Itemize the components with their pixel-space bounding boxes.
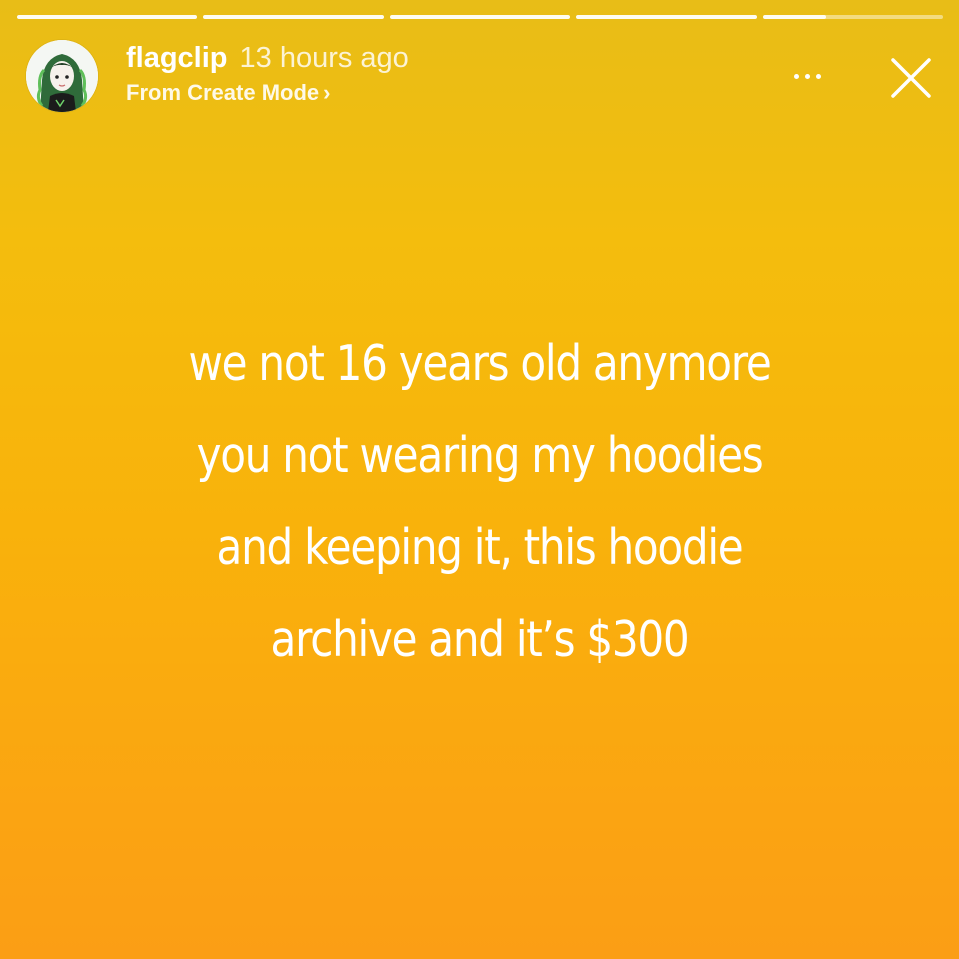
progress-segment	[17, 15, 198, 19]
caption-line: and keeping it, this hoodie	[216, 519, 744, 576]
chevron-right-icon: ›	[323, 80, 331, 105]
more-options-icon-dot	[793, 73, 799, 79]
progress-fill	[17, 15, 198, 19]
more-options-button[interactable]	[787, 66, 827, 86]
progress-segment	[203, 15, 384, 19]
time-ago: 13 hours ago	[239, 42, 409, 74]
anime-avatar-icon	[26, 40, 98, 112]
progress-fill	[576, 15, 757, 19]
user-line: flagclip 13 hours ago	[126, 41, 409, 75]
close-button[interactable]	[883, 50, 939, 106]
more-options-icon-dot	[815, 73, 821, 79]
progress-fill	[762, 15, 826, 19]
close-icon	[891, 58, 931, 98]
caption-line: we not 16 years old anymore	[188, 335, 771, 392]
progress-fill	[389, 15, 571, 19]
story-viewer[interactable]: flagclip 13 hours ago From Create Mode › w…	[0, 0, 959, 959]
caption-line: archive and it’s $300	[270, 611, 690, 668]
avatar[interactable]	[26, 40, 98, 112]
create-mode-label: From Create Mode	[126, 80, 320, 105]
story-header: flagclip 13 hours ago From Create Mode ›	[26, 40, 939, 112]
story-caption: we not 16 years old anymore you not wear…	[102, 318, 858, 686]
create-mode-link[interactable]: From Create Mode ›	[126, 80, 330, 106]
progress-segment	[576, 15, 757, 19]
progress-fill	[203, 15, 384, 19]
username[interactable]: flagclip	[126, 42, 228, 74]
progress-segment	[762, 15, 944, 19]
more-options-icon-dot	[804, 73, 810, 79]
story-progress-bars	[17, 15, 944, 19]
progress-segment	[389, 15, 571, 19]
caption-line: you not wearing my hoodies	[196, 427, 764, 484]
